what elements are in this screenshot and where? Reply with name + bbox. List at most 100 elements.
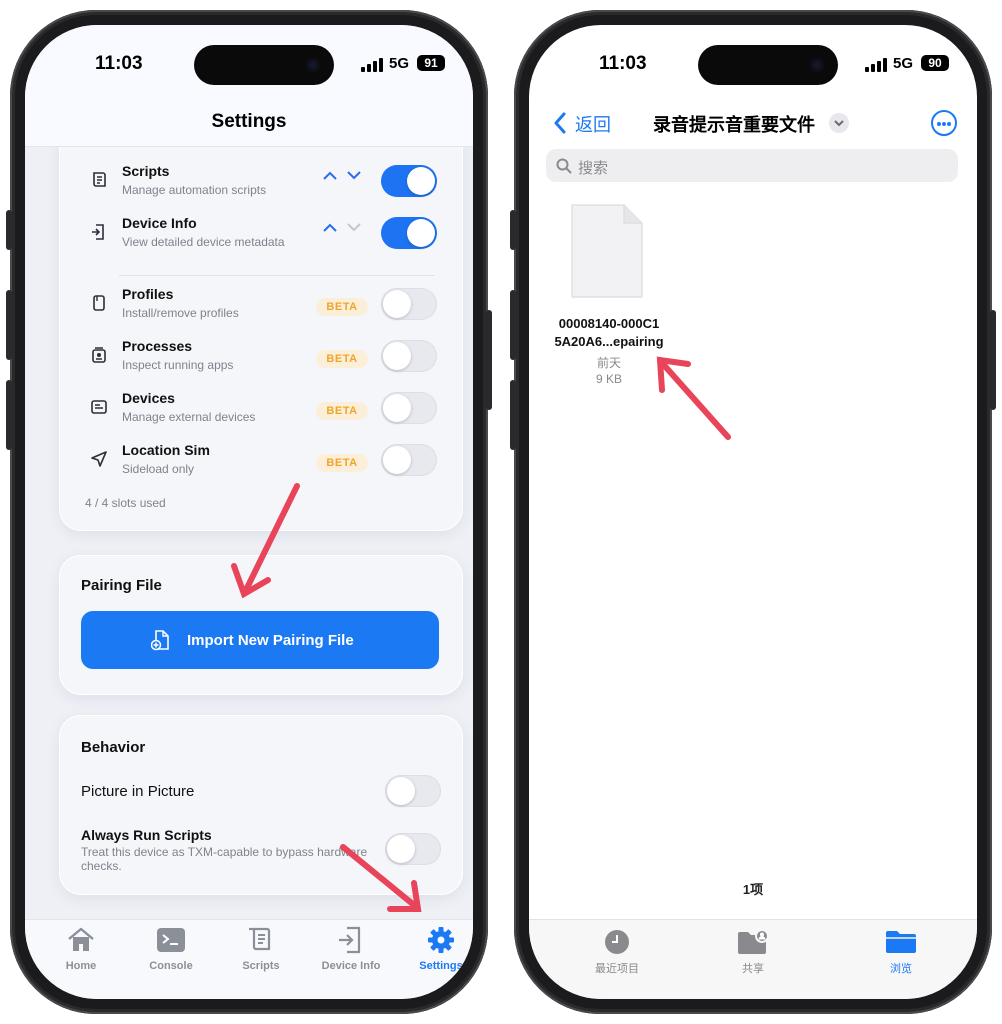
beta-badge: BETA <box>316 454 368 472</box>
tab-device-info[interactable]: Device Info <box>311 926 391 972</box>
power-button <box>990 310 996 410</box>
signal-icon <box>865 58 887 72</box>
pip-toggle[interactable] <box>385 775 441 807</box>
reorder-arrows[interactable] <box>322 220 362 237</box>
feature-toggle-device-info[interactable] <box>381 217 437 249</box>
folder-title: 录音提示音重要文件 <box>653 115 815 135</box>
right-phone-frame: 11:03 5G 90 返回 录音提示音重要文件 搜索 00008140-000… <box>510 10 996 1014</box>
screenshot-stage: 11:03 5G 91 Settings Scripts Manage auto… <box>0 0 1002 1024</box>
tab-bar: Home Console Scripts Device Info Setting… <box>25 919 473 999</box>
beta-badge: BETA <box>316 402 368 420</box>
volume-up-button <box>510 290 516 360</box>
action-button <box>510 210 516 250</box>
search-placeholder: 搜索 <box>578 160 609 177</box>
clock-icon <box>600 928 634 956</box>
volume-down-button <box>6 380 12 450</box>
pairing-heading: Pairing File <box>81 577 162 594</box>
feature-subtitle: Inspect running apps <box>122 358 234 372</box>
volume-up-button <box>6 290 12 360</box>
beta-badge: BETA <box>316 298 368 316</box>
location-icon <box>89 449 109 469</box>
tab-recents[interactable]: 最近项目 <box>567 928 667 976</box>
chevron-down-icon[interactable] <box>829 113 849 133</box>
tab-label: Device Info <box>321 960 381 972</box>
document-icon[interactable] <box>571 204 643 298</box>
add-document-icon <box>150 629 171 651</box>
device-info-icon <box>335 926 367 954</box>
behavior-heading: Behavior <box>81 739 146 756</box>
search-field[interactable]: 搜索 <box>546 149 958 182</box>
features-card: Scripts Manage automation scripts Device… <box>59 125 463 531</box>
devices-icon <box>89 397 109 417</box>
file-name-line: 5A20A6...epairing <box>554 334 664 349</box>
item-count: 1项 <box>742 882 764 897</box>
slots-used-label: 4 / 4 slots used <box>85 496 166 510</box>
feature-toggle-location-sim[interactable] <box>381 444 437 476</box>
behavior-card: Behavior Picture in Picture Always Run S… <box>59 715 463 895</box>
always-run-toggle[interactable] <box>385 833 441 865</box>
scroll-icon <box>245 926 277 954</box>
dynamic-island <box>194 45 334 85</box>
status-time: 11:03 <box>599 53 647 74</box>
tab-console[interactable]: Console <box>131 926 211 972</box>
feature-row-processes: Processes Inspect running apps BETA <box>59 333 463 381</box>
pairing-file-card: Pairing File Import New Pairing File <box>59 555 463 695</box>
device-info-icon <box>89 222 109 242</box>
tab-label: Home <box>65 960 97 972</box>
feature-row-profiles: Profiles Install/remove profiles BETA <box>59 281 463 329</box>
volume-down-button <box>510 380 516 450</box>
feature-toggle-scripts[interactable] <box>381 165 437 197</box>
feature-subtitle: Manage automation scripts <box>122 183 267 197</box>
dynamic-island <box>698 45 838 85</box>
battery-indicator: 90 <box>921 55 949 71</box>
tab-label: Console <box>149 960 193 972</box>
feature-toggle-devices[interactable] <box>381 392 437 424</box>
tab-settings[interactable]: Settings <box>401 926 473 972</box>
console-icon <box>155 926 187 954</box>
tab-scripts[interactable]: Scripts <box>221 926 301 972</box>
feature-row-location-sim: Location Sim Sideload only BETA <box>59 437 463 485</box>
processes-icon <box>89 345 109 365</box>
tab-home[interactable]: Home <box>41 926 121 972</box>
feature-subtitle: Install/remove profiles <box>122 306 239 320</box>
import-button-label: Import New Pairing File <box>187 632 354 649</box>
feature-title: Profiles <box>122 286 174 302</box>
signal-icon <box>361 58 383 72</box>
file-name-line: 00008140-000C1 <box>558 316 660 331</box>
always-run-label: Always Run Scripts <box>81 827 212 843</box>
import-pairing-file-button[interactable]: Import New Pairing File <box>81 611 439 669</box>
network-type: 5G <box>893 55 914 72</box>
action-button <box>6 210 12 250</box>
always-run-subtitle: Treat this device as TXM-capable to bypa… <box>81 845 368 873</box>
feature-title: Devices <box>122 390 175 406</box>
more-options-icon[interactable] <box>931 110 957 136</box>
chevron-left-icon <box>553 112 567 134</box>
feature-title: Processes <box>122 338 193 354</box>
scroll-icon <box>89 170 109 190</box>
beta-badge: BETA <box>316 350 368 368</box>
tab-label: Settings <box>419 960 463 972</box>
feature-title: Device Info <box>122 215 197 231</box>
feature-row-devices: Devices Manage external devices BETA <box>59 385 463 433</box>
pip-label: Picture in Picture <box>81 783 195 800</box>
feature-row-scripts: Scripts Manage automation scripts <box>59 158 463 206</box>
network-type: 5G <box>389 55 410 72</box>
reorder-arrows[interactable] <box>322 168 362 185</box>
files-screen: 11:03 5G 90 返回 录音提示音重要文件 搜索 00008140-000… <box>529 25 977 999</box>
feature-subtitle: View detailed device metadata <box>122 235 285 249</box>
feature-toggle-processes[interactable] <box>381 340 437 372</box>
shared-folder-icon <box>736 928 770 956</box>
section-divider <box>119 275 435 276</box>
tab-label: Scripts <box>242 960 280 972</box>
folder-icon <box>884 928 918 956</box>
file-size: 9 KB <box>595 372 622 386</box>
feature-toggle-profiles[interactable] <box>381 288 437 320</box>
tab-shared[interactable]: 共享 <box>703 928 803 976</box>
profile-icon <box>89 293 109 313</box>
tab-label: 最近项目 <box>595 963 639 975</box>
file-name[interactable]: 00008140-000C1 5A20A6...epairing <box>547 315 671 351</box>
feature-title: Location Sim <box>122 442 210 458</box>
status-time: 11:03 <box>95 53 143 74</box>
left-phone-frame: 11:03 5G 91 Settings Scripts Manage auto… <box>6 10 492 1014</box>
tab-browse[interactable]: 浏览 <box>851 928 951 976</box>
